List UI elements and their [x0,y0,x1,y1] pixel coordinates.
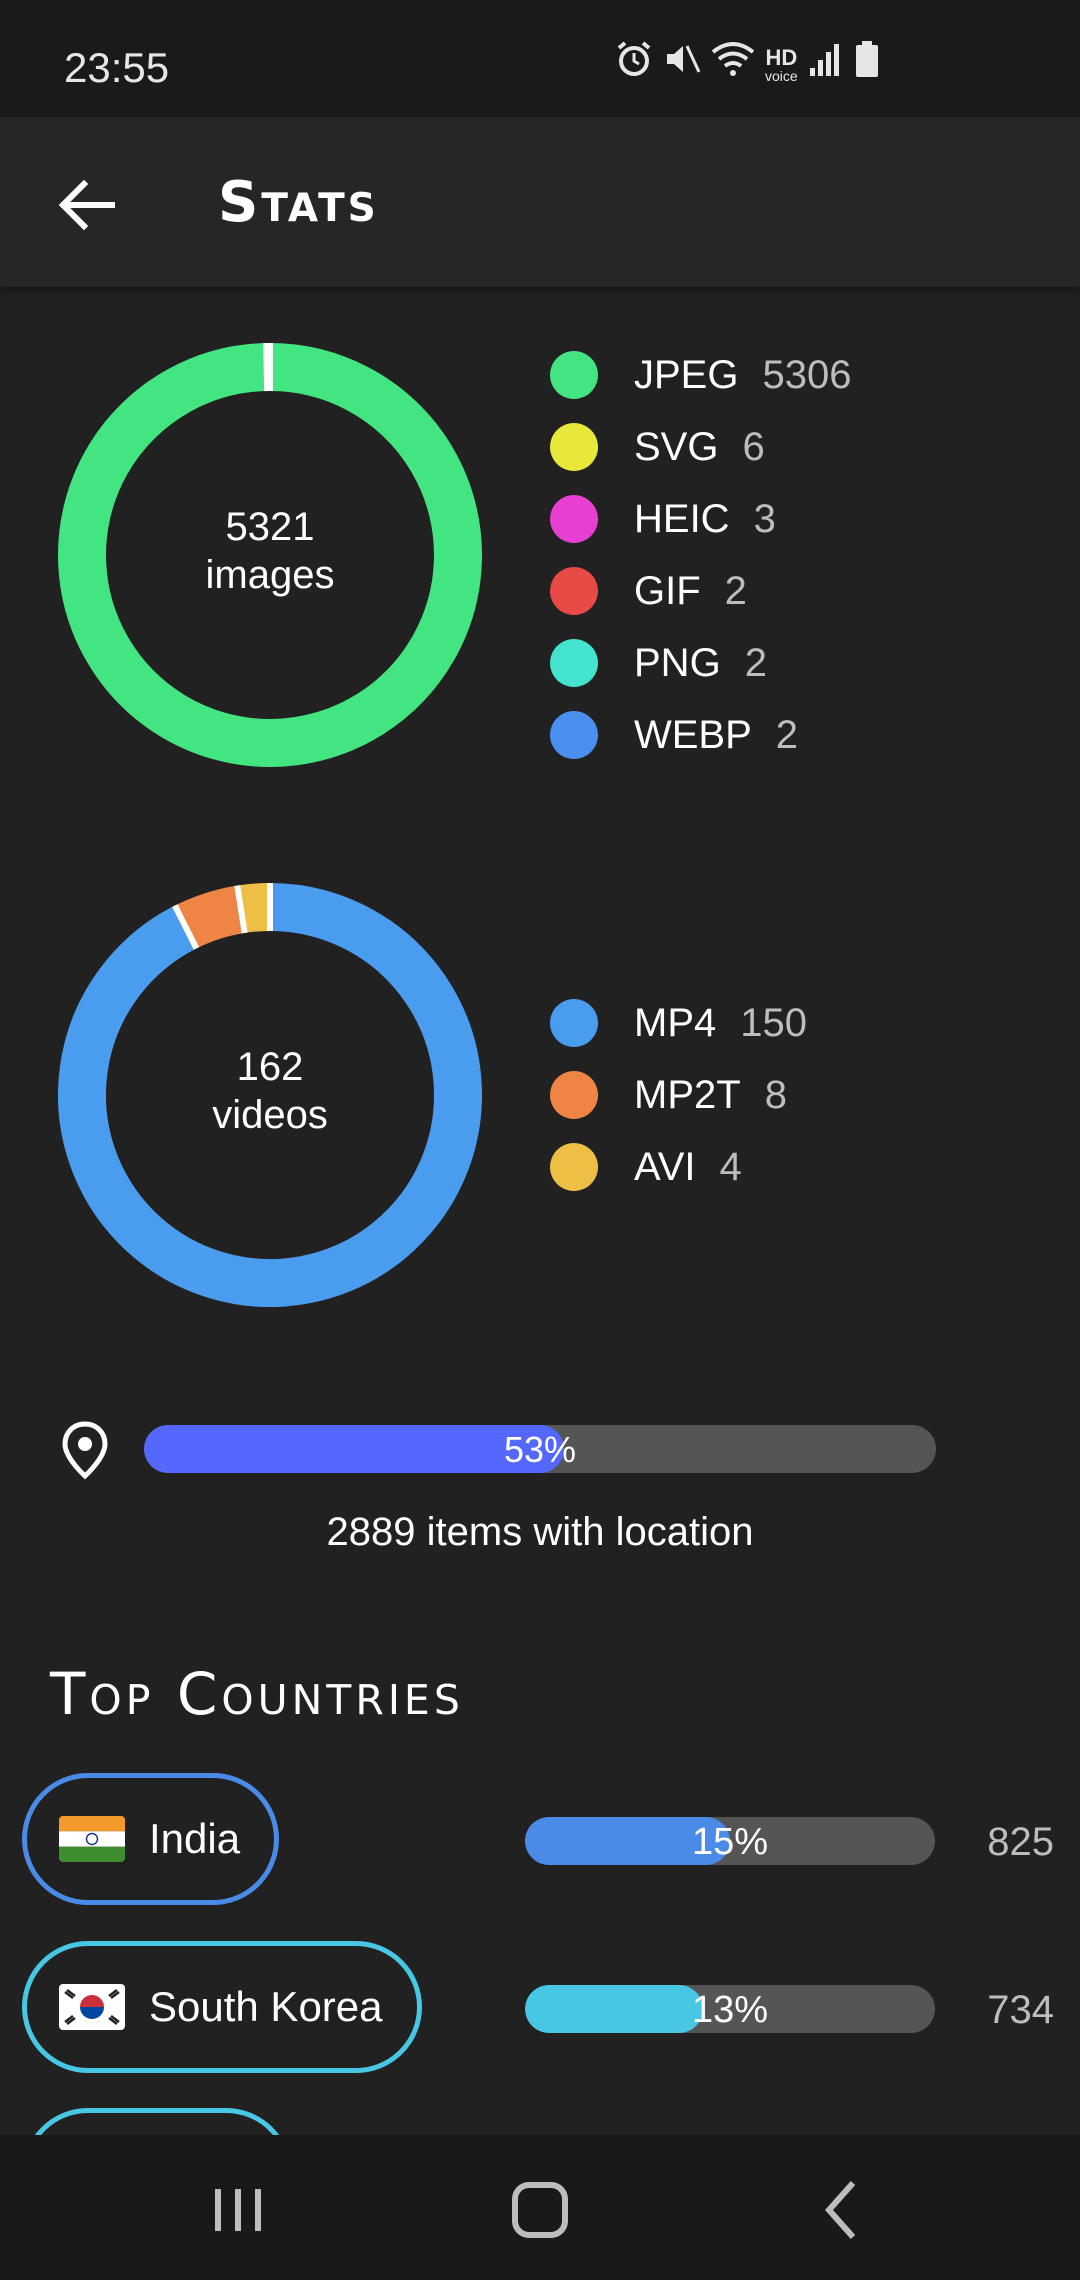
legend-count: 6 [742,424,765,469]
legend-color-dot [550,1071,598,1119]
legend-item: GIF 2 [550,555,851,627]
videos-total: 162 [236,1045,304,1089]
nav-back-button[interactable] [797,2165,887,2255]
country-chip-india[interactable]: India [22,1773,280,1905]
legend-label: SVG [634,424,719,469]
back-icon [824,2181,856,2239]
legend-count: 8 [764,1072,787,1117]
location-progress-bar: 53% [144,1425,936,1473]
status-time: 23:55 [64,44,170,91]
legend-count: 3 [753,496,776,541]
legend-item: MP2T 8 [550,1059,807,1131]
legend-label: MP4 [634,1000,717,1045]
app-bar [0,117,1080,287]
hd-voice-icon: HD voice [765,45,798,84]
videos-slice-avi [237,883,271,934]
legend-item: SVG 6 [550,411,851,483]
legend-color-dot [550,423,598,471]
videos-total-label: 162 videos [58,1043,482,1139]
legend-color-dot [550,999,598,1047]
country-name: India [149,1815,241,1862]
legend-count: 2 [775,712,799,757]
country-row-india: India 15% 825 [0,1773,1080,1913]
legend-label: JPEG [634,352,739,397]
legend-item: PNG 2 [550,627,851,699]
videos-slice-mp2t [174,885,246,949]
legend-count: 5306 [762,352,852,397]
south-korea-flag-icon [59,1984,125,2030]
mute-icon [663,40,701,91]
india-flag-icon [59,1816,125,1862]
back-button[interactable] [52,170,122,240]
legend-color-dot [550,351,598,399]
alarm-icon [615,40,653,91]
images-legend: JPEG 5306 SVG 6 HEIC 3 GIF 2 PNG 2 WEBP 2 [550,339,851,771]
country-chip-south-korea[interactable]: South Korea [22,1941,422,2073]
status-icons: HD voice [615,40,880,90]
legend-color-dot [550,639,598,687]
legend-color-dot [550,495,598,543]
recents-icon [215,2189,261,2231]
country-percent: 15% [691,1821,769,1863]
country-progress-bar: 15% [525,1817,935,1865]
legend-item: AVI 4 [550,1131,807,1203]
legend-label: MP2T [634,1072,741,1117]
home-button[interactable] [495,2165,585,2255]
legend-label: GIF [634,568,701,613]
legend-label: AVI [634,1144,696,1189]
legend-item: JPEG 5306 [550,339,851,411]
videos-unit: videos [212,1093,328,1137]
location-pin-icon [62,1421,108,1480]
legend-color-dot [550,711,598,759]
legend-count: 2 [724,568,747,613]
images-total-label: 5321 images [58,503,482,599]
legend-color-dot [550,567,598,615]
legend-item: WEBP 2 [550,699,851,771]
signal-icon [808,40,844,91]
location-caption: 2889 items with location [326,1510,754,1554]
status-bar: 23:55 HD voice [0,0,1080,117]
battery-icon [854,39,880,92]
arrow-left-icon [58,179,115,231]
legend-item: HEIC 3 [550,483,851,555]
legend-count: 150 [740,1000,807,1045]
home-icon [512,2182,568,2238]
location-percent: 53% [503,1429,577,1470]
recents-button[interactable] [193,2165,283,2255]
country-progress-bar: 13% [525,1985,935,2033]
legend-color-dot [550,1143,598,1191]
country-count: 734 [987,1988,1054,2032]
legend-label: HEIC [634,496,730,541]
navigation-bar [0,2135,1080,2280]
country-percent: 13% [691,1989,769,2031]
country-row-south-korea: South Korea 13% 734 [0,1941,1080,2081]
videos-legend: MP4 150 MP2T 8 AVI 4 [550,987,807,1203]
legend-label: PNG [634,640,721,685]
section-title-top-countries: Top Countries [50,1660,464,1728]
images-total: 5321 [225,505,315,549]
wifi-icon [711,40,755,91]
legend-item: MP4 150 [550,987,807,1059]
page-title: Stats [218,170,379,235]
legend-count: 2 [744,640,767,685]
country-count: 825 [987,1820,1054,1864]
legend-count: 4 [719,1144,742,1189]
country-name: South Korea [149,1983,383,2030]
legend-label: WEBP [634,712,752,757]
images-unit: images [205,553,335,597]
